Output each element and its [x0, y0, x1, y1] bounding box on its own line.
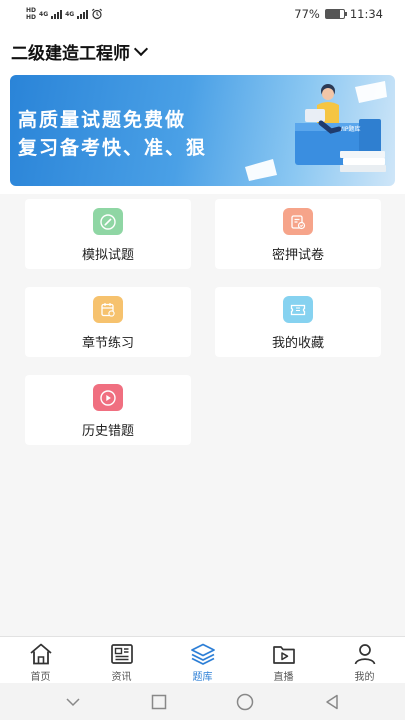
menu-label: 历史错题 — [81, 424, 134, 439]
status-bar: HD HD 4G 4G 77% 11:34 — [0, 0, 405, 28]
menu-card-chapter-practice[interactable]: 章节练习 — [25, 287, 191, 357]
network-type-2: 4G — [65, 10, 75, 18]
menu-card-secret-paper[interactable]: 密押试卷 — [215, 199, 381, 269]
menu-card-my-favorites[interactable]: 我的收藏 — [215, 287, 381, 357]
live-folder-icon — [272, 646, 295, 664]
tab-home[interactable]: 首页 — [0, 637, 81, 683]
signal-icon-2 — [77, 9, 89, 19]
top-header: 二级建造工程师 — [0, 28, 405, 74]
banner-illustration: VIP题库 — [245, 81, 387, 181]
home-circle-icon[interactable] — [235, 692, 255, 712]
network-type-1: 4G — [39, 10, 49, 18]
news-icon — [110, 644, 133, 664]
svg-text:VIP题库: VIP题库 — [339, 125, 361, 133]
back-triangle-icon[interactable] — [323, 693, 341, 711]
menu-label: 密押试卷 — [271, 248, 324, 263]
promo-banner[interactable]: 高质量试题免费做 复习备考快、准、狠 VIP题库 — [10, 75, 395, 186]
page-title: 二级建造工程师 — [11, 43, 130, 64]
ticket-icon — [283, 296, 313, 323]
status-left: HD HD 4G 4G — [26, 7, 103, 21]
clock: 11:34 — [349, 7, 383, 21]
tab-label: 首页 — [30, 672, 51, 683]
user-icon — [354, 644, 375, 665]
exam-paper-icon — [283, 208, 313, 235]
recents-square-icon[interactable] — [150, 693, 168, 711]
layers-icon — [190, 643, 215, 665]
menu-label: 章节练习 — [81, 336, 134, 351]
banner-subline: 复习备考快、准、狠 — [18, 137, 208, 159]
exam-selector[interactable]: 二级建造工程师 — [11, 39, 149, 64]
calendar-note-icon — [93, 296, 123, 323]
battery-percent: 77% — [294, 7, 320, 21]
banner-section: 高质量试题免费做 复习备考快、准、狠 VIP题库 — [0, 74, 405, 194]
tab-label: 我的 — [354, 672, 375, 683]
hd-badges: HD HD — [26, 7, 36, 21]
system-nav-bar — [0, 683, 405, 720]
tab-label: 资讯 — [111, 672, 132, 683]
tab-mine[interactable]: 我的 — [324, 637, 405, 683]
chevron-down-icon — [133, 41, 149, 56]
tab-news[interactable]: 资讯 — [81, 637, 162, 683]
menu-label: 模拟试题 — [81, 248, 134, 263]
collapse-chevron-icon[interactable] — [64, 696, 82, 708]
home-icon — [29, 643, 52, 665]
tab-label: 题库 — [192, 672, 213, 683]
tab-label: 直播 — [273, 672, 294, 683]
battery-icon — [324, 9, 347, 19]
menu-label: 我的收藏 — [271, 336, 324, 351]
status-right: 77% 11:34 — [294, 7, 383, 21]
alarm-icon — [92, 8, 103, 20]
menu-card-history-mistakes[interactable]: 历史错题 — [25, 375, 191, 445]
banner-headline: 高质量试题免费做 — [18, 109, 187, 131]
signal-icon — [51, 9, 63, 19]
menu-card-mock-exam[interactable]: 模拟试题 — [25, 199, 191, 269]
pen-circle-icon — [93, 208, 123, 235]
play-circle-icon — [93, 384, 123, 411]
hd-badge-top: HD — [26, 7, 37, 14]
hd-badge-bottom: HD — [26, 14, 37, 21]
bottom-tab-bar: 首页 资讯 题库 直播 我的 — [0, 637, 405, 683]
book-label: VIP题库 — [339, 125, 361, 133]
tab-live[interactable]: 直播 — [243, 637, 324, 683]
tab-question-bank[interactable]: 题库 — [162, 637, 243, 683]
